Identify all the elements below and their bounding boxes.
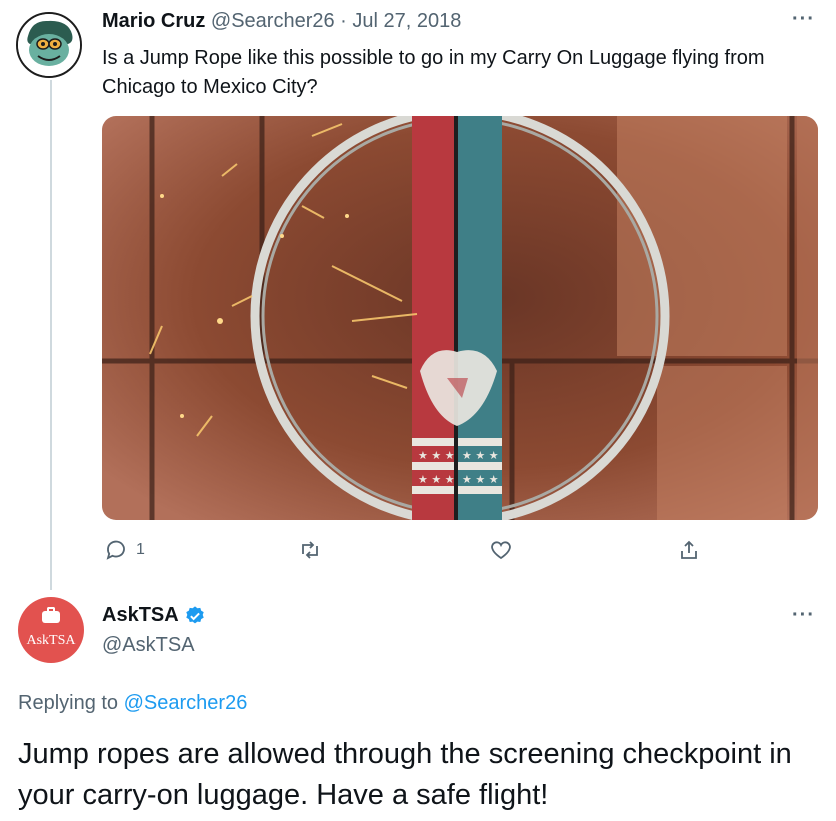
- retweet-icon: [302, 541, 318, 559]
- meta-separator: ·: [334, 10, 353, 32]
- reply-count: 1: [136, 541, 145, 558]
- reply-icon: [106, 540, 125, 560]
- replying-to-line: Replying to @Searcher26: [18, 692, 247, 715]
- svg-text:★ ★ ★: ★ ★ ★: [418, 473, 455, 486]
- share-button[interactable]: [677, 538, 701, 562]
- tweet2-text: Jump ropes are allowed through the scree…: [18, 738, 792, 811]
- briefcase-icon: [42, 611, 60, 623]
- tweet1-text: Is a Jump Rope like this possible to go …: [102, 47, 765, 98]
- tweet-date[interactable]: Jul 27, 2018: [352, 10, 461, 32]
- author-handle[interactable]: @Searcher26: [211, 10, 335, 32]
- author-name[interactable]: AskTSA: [102, 604, 179, 627]
- reply-button[interactable]: 1: [104, 538, 145, 562]
- avatar-asktsa[interactable]: AskTSA: [18, 597, 84, 663]
- replying-to-link[interactable]: @Searcher26: [124, 692, 248, 714]
- share-icon: [681, 540, 697, 559]
- more-options-icon[interactable]: ···: [792, 604, 815, 627]
- thread-connector-line: [50, 80, 52, 590]
- tweet2-author: AskTSA: [102, 604, 206, 627]
- retweet-button[interactable]: [298, 538, 322, 562]
- tweet1-action-bar: 1: [102, 538, 818, 566]
- author-handle[interactable]: @AskTSA: [102, 634, 195, 657]
- svg-text:★ ★ ★: ★ ★ ★: [462, 473, 499, 486]
- replying-prefix: Replying to: [18, 692, 124, 714]
- svg-text:★ ★ ★: ★ ★ ★: [418, 449, 455, 462]
- author-name[interactable]: Mario Cruz: [102, 10, 205, 32]
- svg-text:★ ★ ★: ★ ★ ★: [462, 449, 499, 462]
- more-options-icon[interactable]: ···: [792, 8, 815, 31]
- tweet1-header: Mario Cruz @Searcher26 · Jul 27, 2018: [102, 10, 461, 33]
- tweet-media-image[interactable]: ★ ★ ★ ★ ★ ★ ★ ★ ★ ★ ★ ★: [102, 116, 818, 520]
- verified-badge-icon: [185, 605, 204, 623]
- avatar-mario-cruz[interactable]: [16, 12, 82, 78]
- like-button[interactable]: [489, 538, 513, 562]
- heart-icon: [491, 541, 511, 560]
- avatar-logo-text: AskTSA: [26, 633, 76, 648]
- jump-rope-photo: ★ ★ ★ ★ ★ ★ ★ ★ ★ ★ ★ ★: [102, 116, 818, 520]
- cartoon-avatar-icon: [18, 14, 80, 76]
